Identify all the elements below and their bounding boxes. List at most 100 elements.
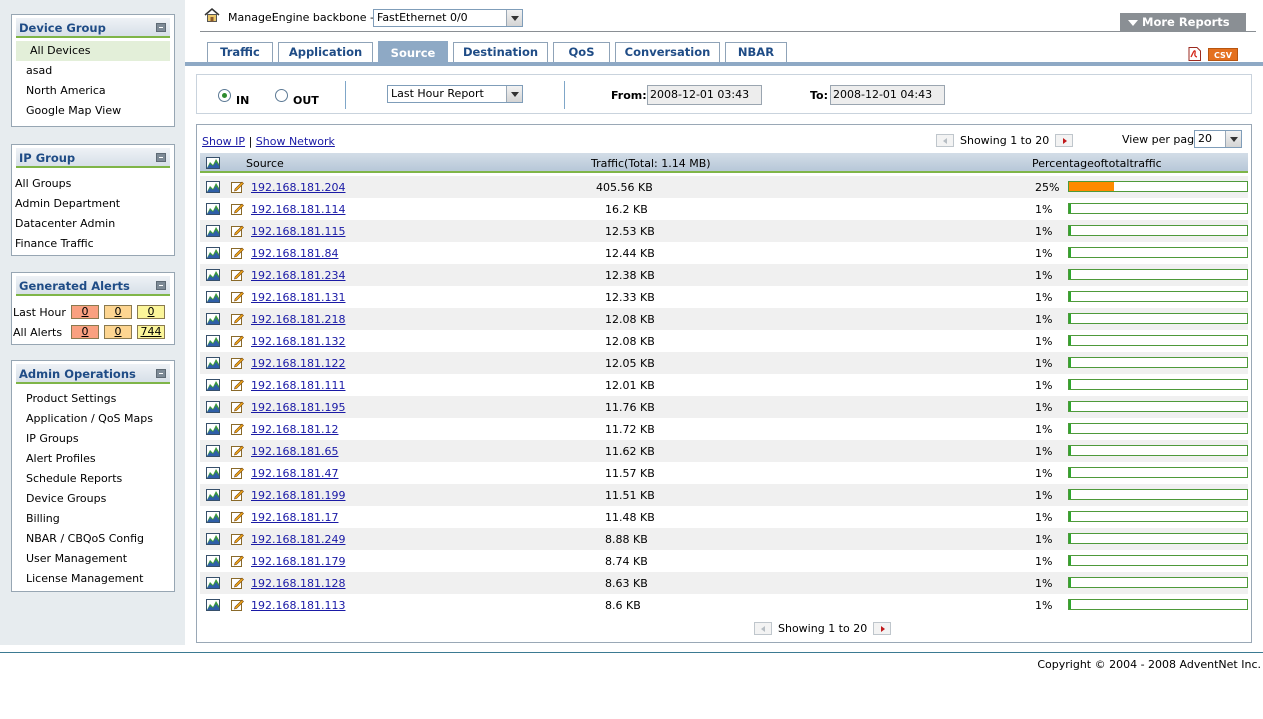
edit-icon[interactable] <box>231 400 244 413</box>
alert-count-badge[interactable]: 744 <box>137 325 165 339</box>
source-ip-link[interactable]: 192.168.181.132 <box>251 335 345 348</box>
alert-count-badge[interactable]: 0 <box>104 325 132 339</box>
edit-icon[interactable] <box>231 312 244 325</box>
sidebar-item-admin-department[interactable]: Admin Department <box>12 194 174 214</box>
show-ip-link[interactable]: Show IP <box>202 135 245 148</box>
graph-icon[interactable] <box>206 313 220 325</box>
graph-icon[interactable] <box>206 203 220 215</box>
graph-icon[interactable] <box>206 577 220 589</box>
admin-item-ip-groups[interactable]: IP Groups <box>12 429 174 449</box>
edit-icon[interactable] <box>231 510 244 523</box>
source-ip-link[interactable]: 192.168.181.218 <box>251 313 345 326</box>
previous-page-button[interactable] <box>754 622 772 635</box>
interface-select[interactable]: FastEthernet 0/0 <box>373 9 523 27</box>
tab-nbar[interactable]: NBAR <box>725 42 787 63</box>
admin-item-alert-profiles[interactable]: Alert Profiles <box>12 449 174 469</box>
show-network-link[interactable]: Show Network <box>256 135 335 148</box>
source-ip-link[interactable]: 192.168.181.84 <box>251 247 338 260</box>
graph-icon[interactable] <box>206 533 220 545</box>
collapse-icon[interactable] <box>156 369 166 378</box>
report-period-select[interactable]: Last Hour Report <box>387 85 523 103</box>
source-ip-link[interactable]: 192.168.181.128 <box>251 577 345 590</box>
graph-icon[interactable] <box>206 489 220 501</box>
admin-item-device-groups[interactable]: Device Groups <box>12 489 174 509</box>
alert-count-badge[interactable]: 0 <box>71 325 99 339</box>
graph-icon[interactable] <box>206 181 220 193</box>
edit-icon[interactable] <box>231 180 244 193</box>
graph-icon[interactable] <box>206 335 220 347</box>
csv-export-button[interactable]: CSV <box>1208 48 1238 61</box>
graph-icon[interactable] <box>206 225 220 237</box>
collapse-icon[interactable] <box>156 281 166 290</box>
edit-icon[interactable] <box>231 202 244 215</box>
source-ip-link[interactable]: 192.168.181.204 <box>251 181 345 194</box>
source-ip-link[interactable]: 192.168.181.234 <box>251 269 345 282</box>
edit-icon[interactable] <box>231 334 244 347</box>
graph-icon[interactable] <box>206 423 220 435</box>
collapse-icon[interactable] <box>156 23 166 32</box>
direction-in-radio[interactable] <box>218 89 231 102</box>
pdf-icon[interactable] <box>1188 47 1201 61</box>
admin-item-billing[interactable]: Billing <box>12 509 174 529</box>
alert-count-badge[interactable]: 0 <box>104 305 132 319</box>
direction-out-radio[interactable] <box>275 89 288 102</box>
previous-page-button[interactable] <box>936 134 954 147</box>
edit-icon[interactable] <box>231 378 244 391</box>
edit-icon[interactable] <box>231 532 244 545</box>
source-ip-link[interactable]: 192.168.181.249 <box>251 533 345 546</box>
admin-item-schedule-reports[interactable]: Schedule Reports <box>12 469 174 489</box>
alert-count-badge[interactable]: 0 <box>137 305 165 319</box>
tab-destination[interactable]: Destination <box>453 42 548 63</box>
sidebar-item-google-map-view[interactable]: Google Map View <box>12 101 174 121</box>
admin-item-user-management[interactable]: User Management <box>12 549 174 569</box>
graph-icon[interactable] <box>206 379 220 391</box>
edit-icon[interactable] <box>231 444 244 457</box>
graph-icon[interactable] <box>206 401 220 413</box>
admin-item-application-qos-maps[interactable]: Application / QoS Maps <box>12 409 174 429</box>
admin-item-product-settings[interactable]: Product Settings <box>12 389 174 409</box>
admin-item-nbar-cbqos-config[interactable]: NBAR / CBQoS Config <box>12 529 174 549</box>
source-ip-link[interactable]: 192.168.181.47 <box>251 467 338 480</box>
source-ip-link[interactable]: 192.168.181.122 <box>251 357 345 370</box>
edit-icon[interactable] <box>231 554 244 567</box>
graph-icon[interactable] <box>206 291 220 303</box>
edit-icon[interactable] <box>231 422 244 435</box>
edit-icon[interactable] <box>231 466 244 479</box>
source-ip-link[interactable]: 192.168.181.12 <box>251 423 338 436</box>
source-ip-link[interactable]: 192.168.181.115 <box>251 225 345 238</box>
edit-icon[interactable] <box>231 246 244 259</box>
admin-item-license-management[interactable]: License Management <box>12 569 174 589</box>
edit-icon[interactable] <box>231 268 244 281</box>
from-date-field[interactable]: 2008-12-01 03:43 <box>647 85 762 105</box>
edit-icon[interactable] <box>231 356 244 369</box>
source-ip-link[interactable]: 192.168.181.179 <box>251 555 345 568</box>
source-ip-link[interactable]: 192.168.181.113 <box>251 599 345 612</box>
sidebar-item-all-devices[interactable]: All Devices <box>16 41 170 61</box>
source-ip-link[interactable]: 192.168.181.111 <box>251 379 345 392</box>
graph-icon[interactable] <box>206 599 220 611</box>
graph-icon[interactable] <box>206 467 220 479</box>
tab-conversation[interactable]: Conversation <box>615 42 720 63</box>
source-ip-link[interactable]: 192.168.181.199 <box>251 489 345 502</box>
sidebar-item-datacenter-admin[interactable]: Datacenter Admin <box>12 214 174 234</box>
source-ip-link[interactable]: 192.168.181.114 <box>251 203 345 216</box>
to-date-field[interactable]: 2008-12-01 04:43 <box>830 85 945 105</box>
source-ip-link[interactable]: 192.168.181.65 <box>251 445 338 458</box>
source-ip-link[interactable]: 192.168.181.17 <box>251 511 338 524</box>
edit-icon[interactable] <box>231 290 244 303</box>
graph-icon[interactable] <box>206 357 220 369</box>
tab-source[interactable]: Source <box>378 41 448 64</box>
graph-icon[interactable] <box>206 247 220 259</box>
source-ip-link[interactable]: 192.168.181.195 <box>251 401 345 414</box>
tab-application[interactable]: Application <box>278 42 373 63</box>
edit-icon[interactable] <box>231 488 244 501</box>
graph-icon[interactable] <box>206 269 220 281</box>
next-page-button[interactable] <box>1055 134 1074 147</box>
next-page-button[interactable] <box>873 622 892 635</box>
sidebar-item-all-groups[interactable]: All Groups <box>12 174 174 194</box>
graph-icon[interactable] <box>206 555 220 567</box>
graph-icon[interactable] <box>206 511 220 523</box>
sidebar-item-north-america[interactable]: North America <box>12 81 174 101</box>
edit-icon[interactable] <box>231 224 244 237</box>
edit-icon[interactable] <box>231 598 244 611</box>
